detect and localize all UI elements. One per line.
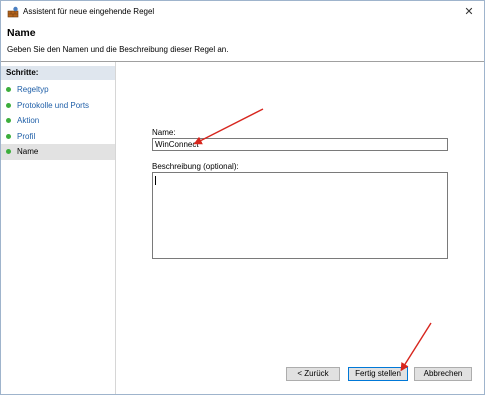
step-item-name[interactable]: Name bbox=[1, 144, 115, 160]
back-button[interactable]: < Zurück bbox=[286, 367, 340, 381]
step-label: Protokolle und Ports bbox=[17, 100, 90, 110]
window-title: Assistent für neue eingehende Regel bbox=[23, 7, 155, 16]
step-complete-icon bbox=[6, 118, 11, 123]
step-item-regeltyp[interactable]: Regeltyp bbox=[1, 82, 115, 98]
wizard-window: Assistent für neue eingehende Regel ✕ Na… bbox=[0, 0, 485, 395]
close-icon[interactable]: ✕ bbox=[460, 3, 478, 19]
step-item-protokolle-und-ports[interactable]: Protokolle und Ports bbox=[1, 98, 115, 114]
main-panel: Name: Beschreibung (optional): < Zurück … bbox=[116, 62, 484, 394]
cancel-button[interactable]: Abbrechen bbox=[414, 367, 472, 381]
step-complete-icon bbox=[6, 102, 11, 108]
text-caret bbox=[155, 176, 156, 185]
step-current-icon bbox=[6, 149, 11, 154]
page-title: Name bbox=[7, 27, 36, 39]
wizard-header: Name Geben Sie den Namen und die Beschre… bbox=[1, 23, 484, 61]
steps-sidebar: Schritte: Regeltyp Protokolle und Ports … bbox=[1, 62, 116, 394]
name-input[interactable] bbox=[152, 138, 448, 151]
step-complete-icon bbox=[6, 133, 11, 139]
step-complete-icon bbox=[6, 87, 11, 92]
description-label: Beschreibung (optional): bbox=[152, 162, 239, 171]
steps-title: Schritte: bbox=[1, 66, 115, 80]
step-label: Regeltyp bbox=[17, 85, 49, 94]
step-label: Aktion bbox=[17, 116, 40, 125]
description-textarea[interactable] bbox=[152, 172, 448, 259]
finish-button[interactable]: Fertig stellen bbox=[348, 367, 408, 381]
name-label: Name: bbox=[152, 128, 176, 137]
step-item-aktion[interactable]: Aktion bbox=[1, 113, 115, 129]
title-bar[interactable]: Assistent für neue eingehende Regel ✕ bbox=[1, 1, 484, 23]
page-description: Geben Sie den Namen und die Beschreibung… bbox=[7, 45, 229, 54]
step-label: Name bbox=[17, 147, 39, 156]
step-item-profil[interactable]: Profil bbox=[1, 129, 115, 145]
steps-list: Regeltyp Protokolle und Ports Aktion Pro… bbox=[1, 82, 115, 160]
step-label: Profil bbox=[17, 131, 36, 141]
firewall-icon bbox=[7, 6, 19, 18]
